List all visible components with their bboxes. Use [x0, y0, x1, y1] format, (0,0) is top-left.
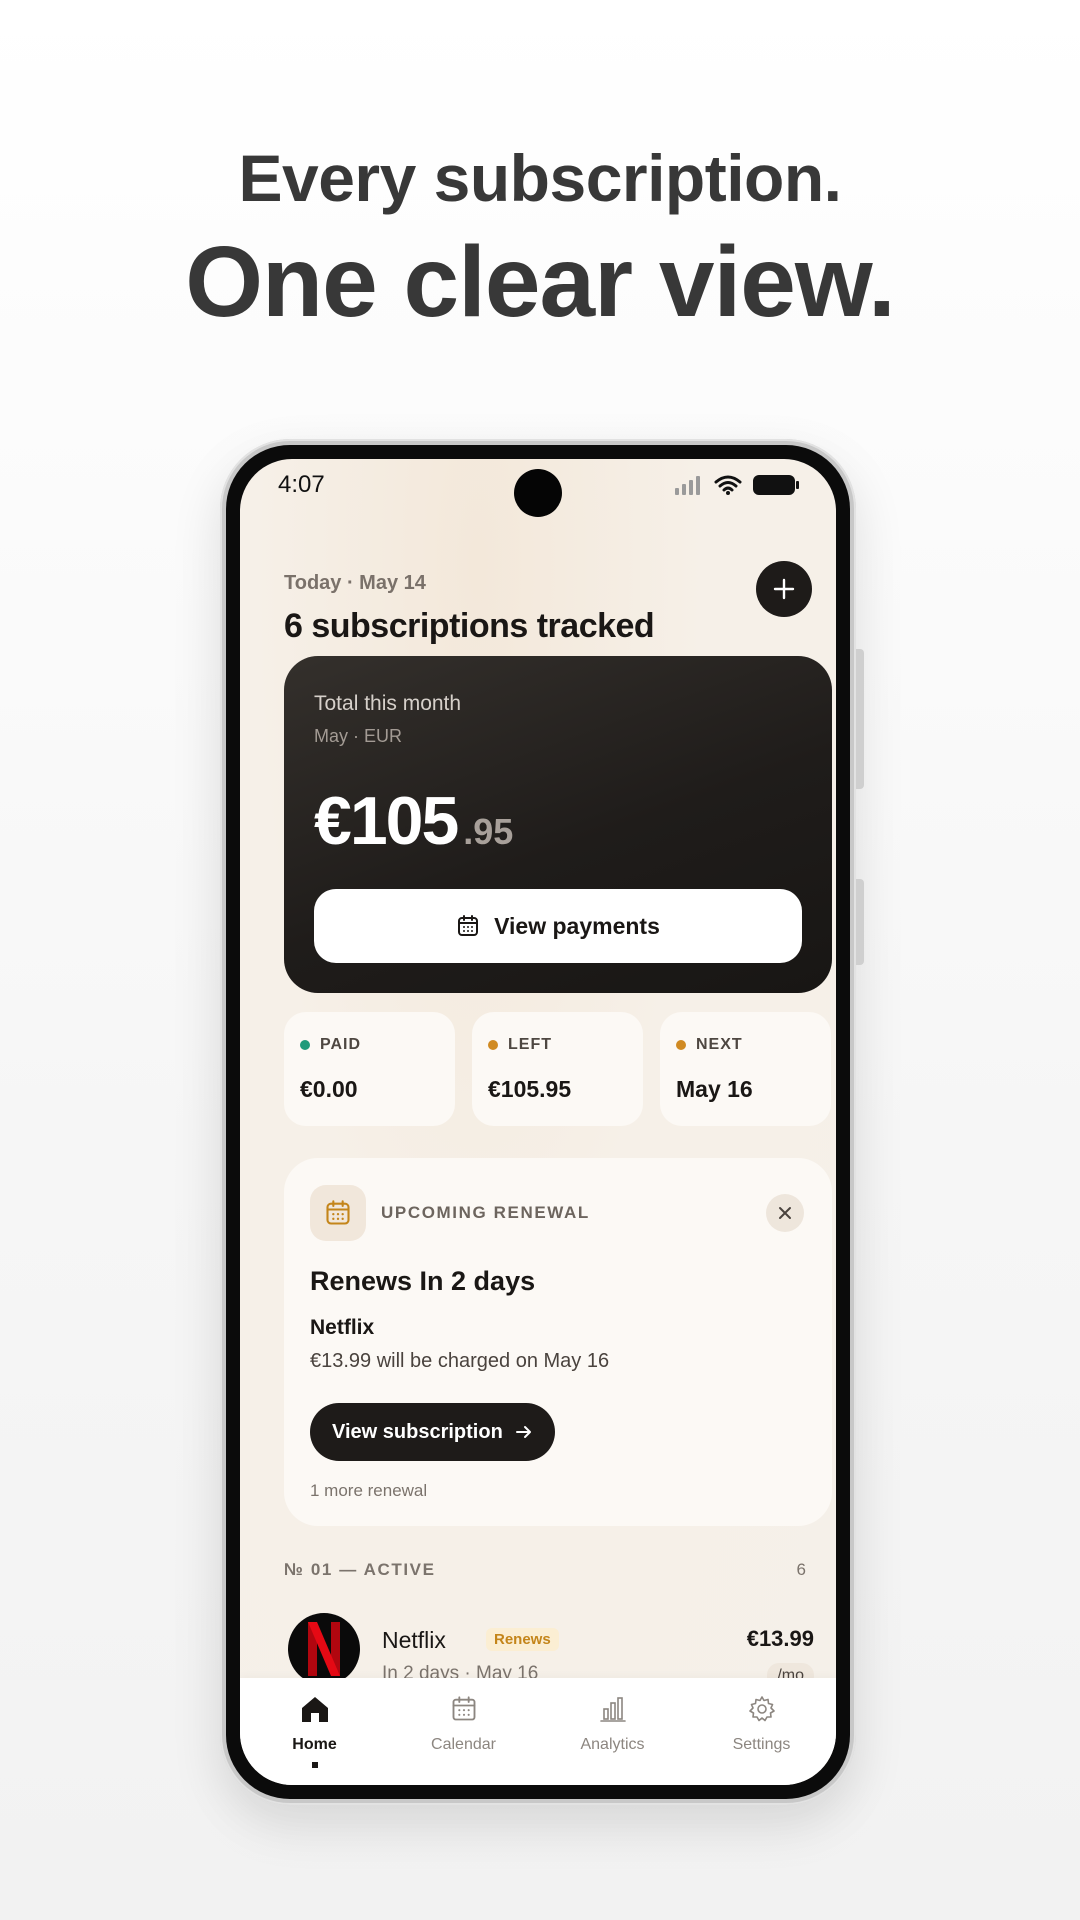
status-bar: 4:07	[240, 459, 836, 519]
more-renewal-link[interactable]: 1 more renewal	[310, 1481, 427, 1501]
power-button	[856, 879, 864, 965]
date-label: Today · May 14	[284, 572, 426, 594]
total-sublabel: May · EUR	[314, 726, 403, 746]
signal-icon	[675, 476, 700, 495]
dismiss-renewal-button[interactable]	[766, 1194, 804, 1232]
nav-item-settings[interactable]: Settings	[687, 1678, 836, 1785]
calendar-icon	[452, 1696, 475, 1721]
page-title: 6 subscriptions tracked	[284, 607, 655, 645]
monthly-total-card: Total this month May · EUR €105 .95 View…	[284, 656, 832, 993]
status-time: 4:07	[278, 471, 325, 498]
gear-icon	[748, 1696, 775, 1722]
status-dot	[676, 1040, 686, 1050]
view-payments-button[interactable]: View payments	[314, 889, 802, 963]
view-subscription-label: View subscription	[332, 1420, 503, 1443]
stat-next-value: May 16	[676, 1076, 753, 1102]
hero-line-2: One clear view.	[185, 226, 895, 338]
close-icon	[779, 1207, 791, 1219]
stat-next-label: NEXT	[696, 1036, 743, 1053]
nav-label-analytics: Analytics	[580, 1736, 645, 1753]
stat-paid-value: €0.00	[300, 1076, 358, 1102]
nav-label-home: Home	[292, 1736, 337, 1753]
renewal-kicker: UPCOMING RENEWAL	[381, 1203, 590, 1222]
battery-icon	[753, 475, 799, 495]
stat-paid-head: PAID	[300, 1036, 361, 1054]
stat-next-head: NEXT	[676, 1036, 743, 1054]
nav-label-calendar: Calendar	[431, 1736, 496, 1753]
add-subscription-button[interactable]	[756, 561, 812, 617]
wifi-icon	[714, 475, 742, 495]
hero-line-1: Every subscription.	[238, 141, 842, 215]
renewal-description: €13.99 will be charged on May 16	[310, 1350, 610, 1372]
status-dot	[488, 1040, 498, 1050]
analytics-icon	[599, 1697, 626, 1722]
app-screen: 4:07 Today · May 14 6 subscriptions trac…	[240, 459, 836, 1785]
stat-paid-label: PAID	[320, 1036, 362, 1053]
upcoming-renewal-card: UPCOMING RENEWAL Renews In 2 days Netfli…	[284, 1158, 832, 1526]
subscription-price: €13.99	[746, 1626, 814, 1651]
netflix-logo-icon	[308, 1622, 340, 1676]
nav-item-analytics[interactable]: Analytics	[538, 1678, 687, 1785]
arrow-right-icon	[515, 1426, 531, 1438]
amount-main: €105	[314, 783, 459, 859]
subscription-name: Netflix	[382, 1627, 446, 1653]
bottom-navigation: Home Calendar Analytics Settings	[240, 1678, 836, 1785]
renewal-service: Netflix	[310, 1316, 375, 1339]
phone-frame: 4:07 Today · May 14 6 subscriptions trac…	[220, 439, 864, 1805]
renewal-icon-tile	[310, 1185, 366, 1241]
list-item[interactable]: Netflix Renews In 2 days · May 16 €13.99…	[284, 1609, 814, 1689]
active-indicator	[311, 1762, 318, 1768]
renewal-title: Renews In 2 days	[310, 1266, 536, 1296]
nav-item-home[interactable]: Home	[240, 1678, 389, 1785]
total-label: Total this month	[314, 692, 462, 715]
section-label: № 01 — ACTIVE	[284, 1560, 436, 1579]
plus-icon	[773, 578, 795, 600]
calendar-icon	[326, 1200, 350, 1225]
stat-next: NEXT May 16	[660, 1012, 831, 1126]
stat-paid: PAID €0.00	[284, 1012, 455, 1126]
status-icons	[674, 473, 800, 497]
netflix-logo	[288, 1613, 360, 1685]
renews-badge: Renews	[486, 1628, 559, 1651]
total-amount: €105 .95	[314, 782, 513, 860]
status-dot	[300, 1040, 310, 1050]
calendar-icon	[458, 915, 479, 936]
stat-left: LEFT €105.95	[472, 1012, 643, 1126]
stat-left-head: LEFT	[488, 1036, 552, 1054]
amount-cents: .95	[463, 811, 514, 852]
stat-left-label: LEFT	[508, 1036, 552, 1053]
volume-button	[856, 649, 864, 789]
nav-item-calendar[interactable]: Calendar	[389, 1678, 538, 1785]
nav-label-settings: Settings	[732, 1736, 791, 1753]
view-subscription-button[interactable]: View subscription	[310, 1403, 555, 1461]
section-count: 6	[796, 1560, 806, 1579]
front-camera	[514, 469, 562, 517]
view-payments-label: View payments	[494, 912, 660, 939]
stat-left-value: €105.95	[488, 1076, 572, 1102]
home-icon	[301, 1697, 328, 1722]
